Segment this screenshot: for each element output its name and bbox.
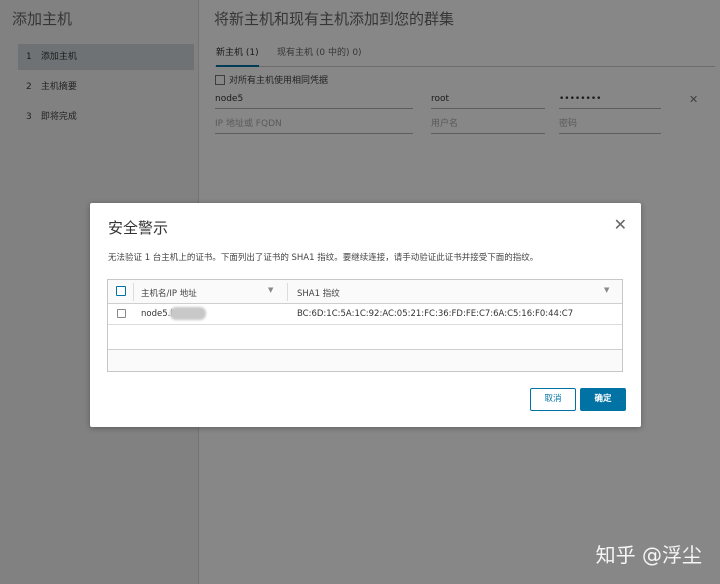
column-divider: [133, 283, 134, 301]
filter-icon[interactable]: ▼: [268, 286, 273, 294]
row-checkbox[interactable]: [117, 309, 126, 318]
certificate-grid: 主机名/IP 地址 ▼ SHA1 指纹 ▼ node5.h BC:6D:1C:5…: [107, 279, 623, 372]
column-header-hostname[interactable]: 主机名/IP 地址: [141, 287, 197, 299]
ok-button[interactable]: 确定: [580, 388, 626, 411]
grid-footer: [108, 349, 622, 371]
close-icon[interactable]: ✕: [614, 215, 627, 234]
watermark: 知乎 @浮尘: [595, 543, 702, 567]
dialog-title: 安全警示: [108, 219, 169, 237]
grid-header: 主机名/IP 地址 ▼ SHA1 指纹 ▼: [108, 280, 622, 304]
row-sha1: BC:6D:1C:5A:1C:92:AC:05:21:FC:36:FD:FE:C…: [297, 309, 574, 319]
cancel-button[interactable]: 取消: [530, 388, 576, 411]
select-all-checkbox[interactable]: [116, 286, 126, 296]
page: 添加主机 1 添加主机 2 主机摘要 3 即将完成 将新主机和现有主机添加到您的…: [0, 0, 720, 584]
dialog-message: 无法验证 1 台主机上的证书。下面列出了证书的 SHA1 指纹。要继续连接，请手…: [108, 253, 539, 263]
table-row[interactable]: node5.h BC:6D:1C:5A:1C:92:AC:05:21:FC:36…: [108, 304, 622, 325]
redacted-text: [170, 307, 206, 320]
filter-icon[interactable]: ▼: [604, 286, 609, 294]
security-alert-dialog: 安全警示 ✕ 无法验证 1 台主机上的证书。下面列出了证书的 SHA1 指纹。要…: [90, 203, 641, 427]
column-divider: [287, 283, 288, 301]
column-header-sha1[interactable]: SHA1 指纹: [297, 287, 340, 299]
